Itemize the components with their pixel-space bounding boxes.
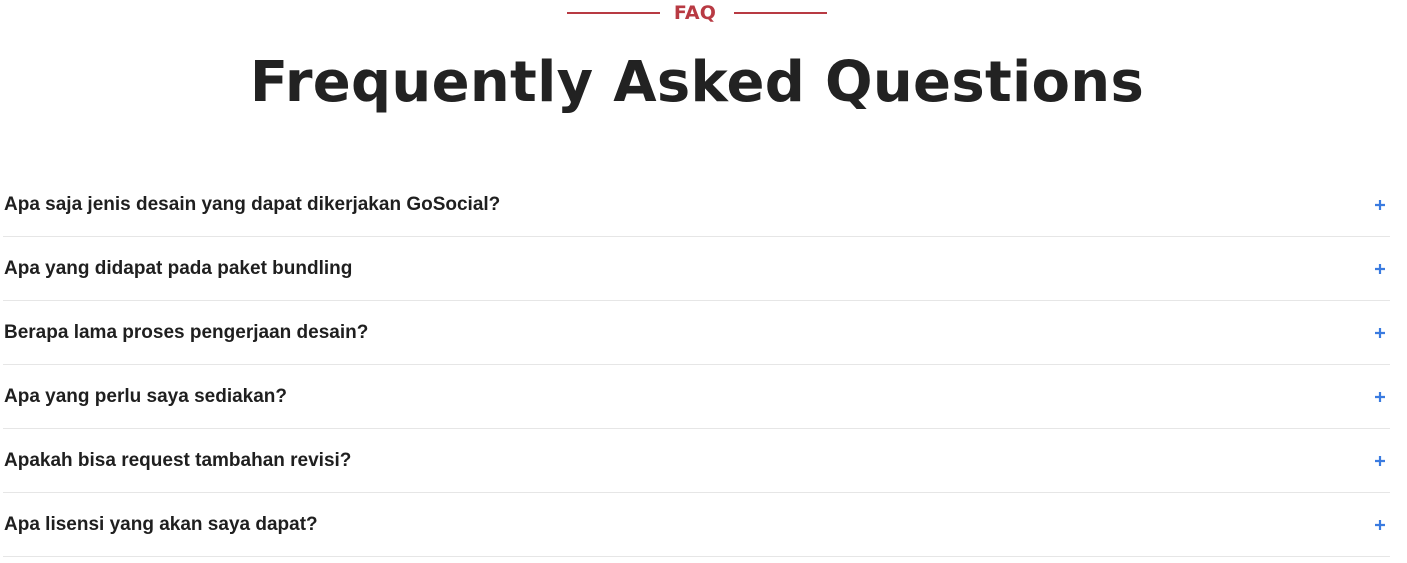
- plus-icon[interactable]: [1370, 451, 1390, 471]
- faq-question: Apakah bisa request tambahan revisi?: [4, 449, 352, 471]
- faq-item[interactable]: Apa saja jenis desain yang dapat dikerja…: [3, 173, 1390, 237]
- faq-item[interactable]: Apa lisensi yang akan saya dapat?: [3, 493, 1390, 557]
- faq-question: Berapa lama proses pengerjaan desain?: [4, 321, 369, 343]
- faq-question: Apa yang didapat pada paket bundling: [4, 257, 353, 279]
- faq-item[interactable]: Apa yang didapat pada paket bundling: [3, 237, 1390, 301]
- plus-icon[interactable]: [1370, 323, 1390, 343]
- faq-eyebrow: FAQ: [0, 0, 1394, 26]
- faq-question: Apa saja jenis desain yang dapat dikerja…: [4, 193, 501, 215]
- faq-accordion: Apa saja jenis desain yang dapat dikerja…: [3, 173, 1390, 557]
- faq-item[interactable]: Berapa lama proses pengerjaan desain?: [3, 301, 1390, 365]
- faq-question: Apa yang perlu saya sediakan?: [4, 385, 288, 407]
- eyebrow-label: FAQ: [673, 2, 717, 24]
- faq-question: Apa lisensi yang akan saya dapat?: [4, 513, 318, 535]
- plus-icon[interactable]: [1370, 387, 1390, 407]
- faq-item[interactable]: Apa yang perlu saya sediakan?: [3, 365, 1390, 429]
- plus-icon[interactable]: [1370, 195, 1390, 215]
- eyebrow-left-line: [566, 12, 660, 14]
- plus-icon[interactable]: [1370, 259, 1390, 279]
- page-title: Frequently Asked Questions: [249, 50, 1145, 115]
- faq-item[interactable]: Apakah bisa request tambahan revisi?: [3, 429, 1390, 493]
- plus-icon[interactable]: [1370, 515, 1390, 535]
- eyebrow-right-line: [734, 12, 828, 14]
